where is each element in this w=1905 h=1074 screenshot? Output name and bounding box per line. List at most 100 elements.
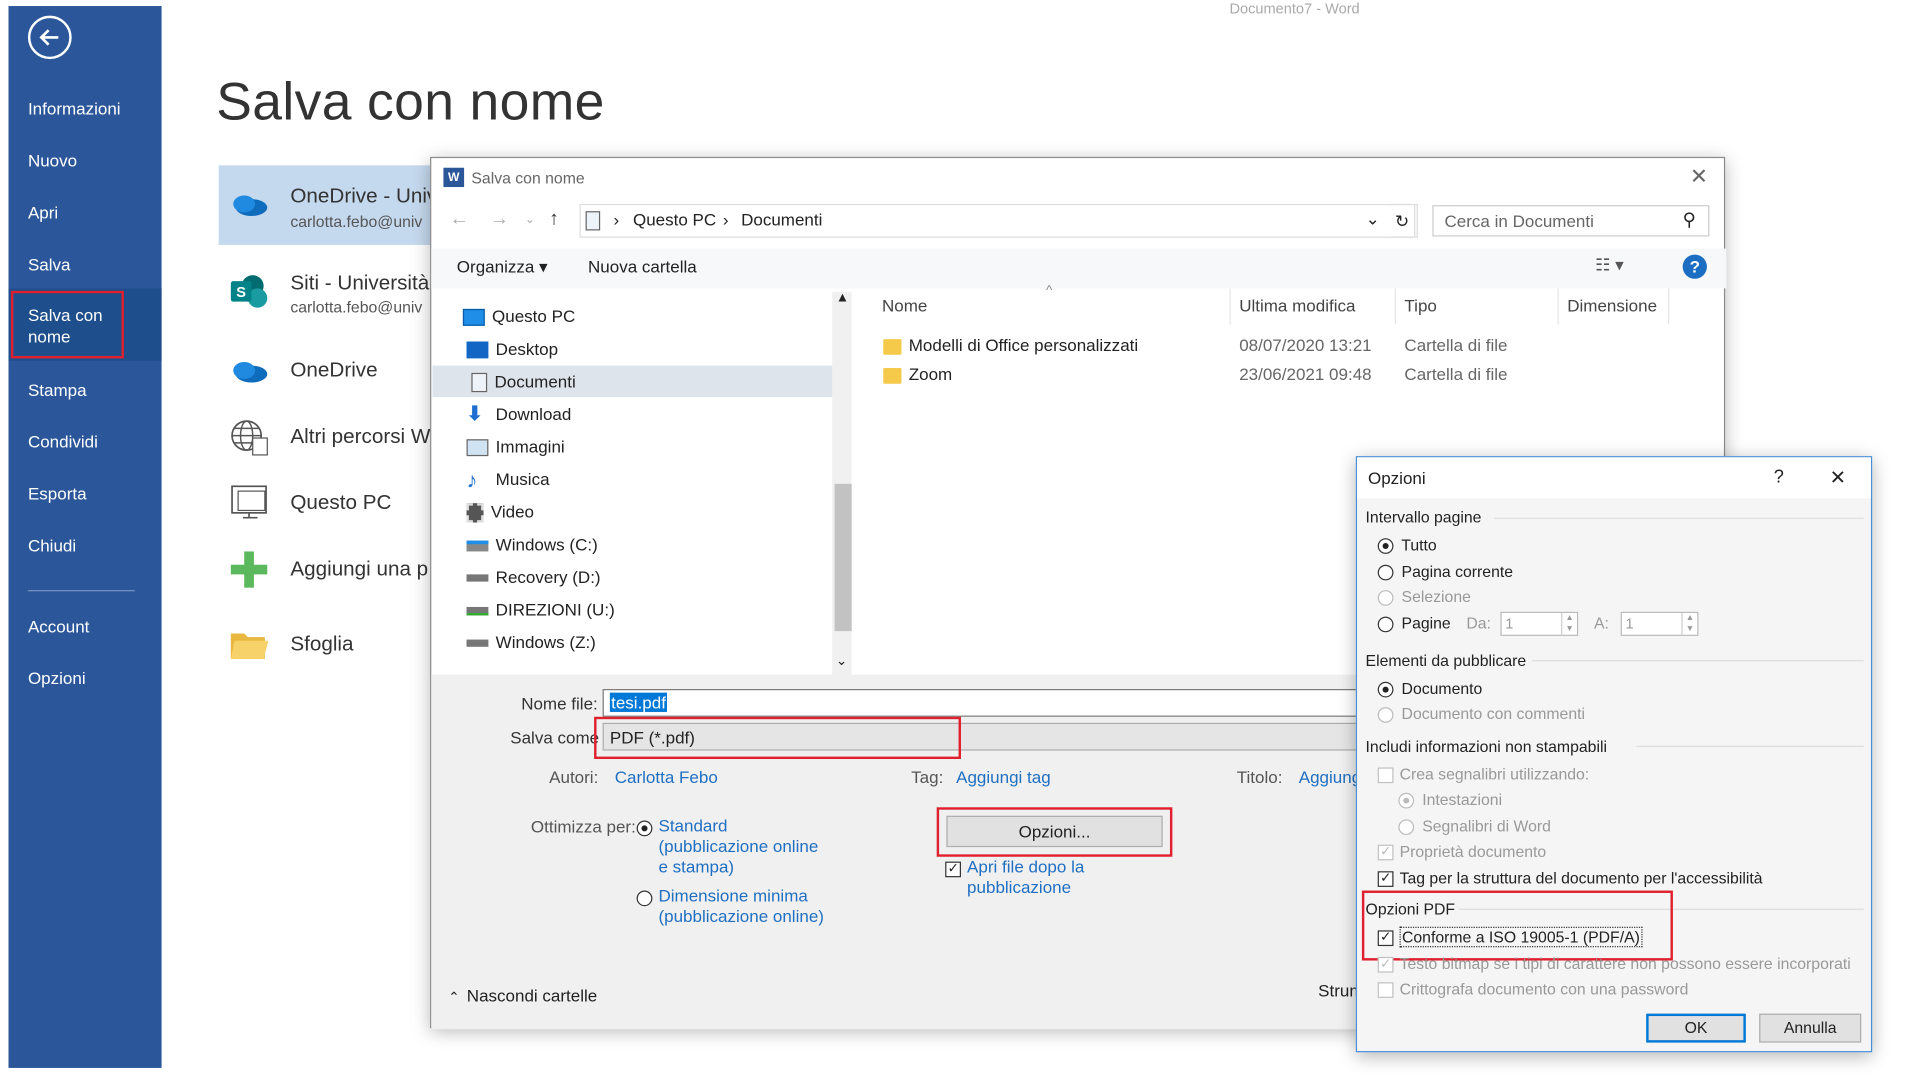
to-spinner[interactable]: 1 ▲ ▼ bbox=[1620, 611, 1699, 636]
nav-pane-questo-pc[interactable]: Questo PC bbox=[462, 300, 831, 331]
file-row[interactable]: Modelli di Office personalizzati 08/07/2… bbox=[883, 332, 1673, 359]
nav-pane-video[interactable]: Video bbox=[466, 496, 835, 527]
from-spinner[interactable]: 1 ▲ ▼ bbox=[1500, 611, 1579, 636]
desktop-icon bbox=[466, 341, 489, 359]
up-arrow-icon[interactable]: ↑ bbox=[549, 209, 559, 231]
close-icon[interactable]: ✕ bbox=[1690, 164, 1708, 189]
optimize-standard-label[interactable]: Standard (pubblicazione online e stampa) bbox=[658, 816, 818, 878]
nav-pane-documenti[interactable]: Documenti bbox=[432, 365, 834, 398]
nav-salva[interactable]: Salva bbox=[9, 253, 162, 275]
optimize-min-label[interactable]: Dimensione minima (pubblicazione online) bbox=[658, 886, 823, 927]
nav-account[interactable]: Account bbox=[9, 615, 162, 637]
open-after-label[interactable]: Apri file dopo la pubblicazione bbox=[967, 857, 1084, 898]
help-icon[interactable]: ? bbox=[1774, 467, 1784, 488]
checkbox-bitmap-label: Testo bitmap se i tipi di carattere non … bbox=[1399, 954, 1851, 973]
radio-pagina-corrente[interactable]: Pagina corrente bbox=[1377, 562, 1513, 581]
radio-segnalibri-word[interactable]: Segnalibri di Word bbox=[1398, 817, 1551, 836]
column-dimensione[interactable]: Dimensione bbox=[1567, 296, 1657, 315]
cancel-button[interactable]: Annulla bbox=[1759, 1013, 1862, 1043]
nav-informazioni[interactable]: Informazioni bbox=[9, 98, 162, 120]
breadcrumb-documenti[interactable]: Documenti bbox=[741, 210, 822, 229]
svg-text:S: S bbox=[236, 285, 246, 301]
optimize-standard-radio[interactable] bbox=[636, 817, 656, 836]
filename-input[interactable]: tesi.pdf bbox=[602, 689, 1381, 717]
spinner-arrows-icon[interactable]: ▲ ▼ bbox=[1561, 613, 1577, 635]
title-label: Titolo: bbox=[1236, 767, 1283, 787]
nav-chiudi[interactable]: Chiudi bbox=[9, 535, 162, 557]
nav-pane-musica[interactable]: ♪ Musica bbox=[467, 463, 835, 494]
address-dropdown-icon[interactable]: ⌄ bbox=[1366, 209, 1380, 230]
nav-pane-windows-z[interactable]: Windows (Z:) bbox=[466, 626, 835, 657]
ok-button[interactable]: OK bbox=[1646, 1013, 1746, 1043]
title-value[interactable]: Aggiung bbox=[1299, 767, 1361, 786]
open-after-checkbox[interactable]: ✓ bbox=[945, 858, 967, 878]
forward-arrow-icon[interactable]: → bbox=[490, 209, 509, 231]
refresh-icon[interactable]: ↻ bbox=[1387, 203, 1418, 238]
optimize-min-radio[interactable] bbox=[636, 887, 656, 906]
help-icon[interactable]: ? bbox=[1682, 254, 1707, 279]
location-questo-pc[interactable]: Questo PC bbox=[290, 491, 391, 515]
search-icon[interactable]: ⚲ bbox=[1683, 209, 1696, 231]
close-icon[interactable]: ✕ bbox=[1830, 466, 1846, 490]
hide-folders-button[interactable]: ⌃ Nascondi cartelle bbox=[448, 986, 597, 1005]
nav-esporta[interactable]: Esporta bbox=[9, 483, 162, 505]
nav-condividi[interactable]: Condividi bbox=[9, 431, 162, 453]
breadcrumb-questo-pc[interactable]: Questo PC bbox=[633, 210, 716, 229]
column-divider[interactable] bbox=[1229, 288, 1231, 325]
checkbox-proprieta[interactable]: ✓ Proprietà documento bbox=[1377, 842, 1546, 861]
radio-tutto[interactable]: Tutto bbox=[1377, 536, 1437, 554]
column-nome[interactable]: Nome bbox=[882, 296, 927, 315]
nav-pane-recovery-d[interactable]: Recovery (D:) bbox=[466, 561, 835, 592]
nav-opzioni[interactable]: Opzioni bbox=[9, 667, 162, 689]
file-name: Modelli di Office personalizzati bbox=[908, 335, 1139, 355]
checkbox-bitmap[interactable]: ✓ Testo bitmap se i tipi di carattere non… bbox=[1377, 954, 1851, 973]
nav-pane-desktop[interactable]: Desktop bbox=[466, 333, 835, 364]
column-divider[interactable] bbox=[1668, 288, 1670, 325]
new-folder-button[interactable]: Nuova cartella bbox=[588, 257, 697, 276]
nav-apri[interactable]: Apri bbox=[9, 202, 162, 224]
scroll-down-icon[interactable]: ⌄ bbox=[836, 653, 847, 668]
authors-label: Autori: bbox=[549, 767, 599, 787]
radio-pagine[interactable]: Pagine bbox=[1377, 614, 1451, 633]
checkbox-tag-accessibilita[interactable]: ✓ Tag per la struttura del documento per … bbox=[1377, 869, 1763, 887]
file-row[interactable]: Zoom 23/06/2021 09:48 Cartella di file bbox=[883, 361, 1673, 388]
nav-stampa[interactable]: Stampa bbox=[9, 379, 162, 401]
nav-pane-immagini[interactable]: Immagini bbox=[466, 431, 835, 462]
radio-selezione[interactable]: Selezione bbox=[1377, 588, 1471, 606]
column-ultima-modifica[interactable]: Ultima modifica bbox=[1239, 296, 1355, 315]
radio-documento[interactable]: Documento bbox=[1377, 679, 1482, 698]
checkbox-segnalibri[interactable]: Crea segnalibri utilizzando: bbox=[1377, 765, 1590, 784]
spinner-arrows-icon[interactable]: ▲ ▼ bbox=[1681, 613, 1697, 635]
organize-button[interactable]: Organizza ▾ bbox=[457, 257, 548, 278]
scroll-up-icon[interactable]: ▲ bbox=[836, 291, 849, 305]
radio-icon bbox=[1398, 792, 1415, 809]
column-divider[interactable] bbox=[1394, 288, 1396, 325]
nav-scrollbar-thumb[interactable] bbox=[834, 483, 852, 632]
location-onedrive-univ[interactable]: OneDrive - Univ bbox=[290, 185, 437, 209]
address-bar[interactable]: › Questo PC › Documenti ⌄ bbox=[579, 203, 1416, 238]
recent-chevron-icon[interactable]: ⌄ bbox=[525, 214, 535, 227]
nav-pane-label: Video bbox=[490, 501, 535, 522]
checkbox-segnalibri-label: Crea segnalibri utilizzando: bbox=[1399, 765, 1590, 784]
location-altri-percorsi[interactable]: Altri percorsi W bbox=[290, 425, 430, 449]
view-options-icon[interactable]: ☷ ▾ bbox=[1595, 255, 1624, 276]
nav-pane-windows-c[interactable]: Windows (C:) bbox=[466, 529, 835, 560]
tags-value[interactable]: Aggiungi tag bbox=[956, 767, 1051, 786]
back-arrow-icon[interactable] bbox=[27, 15, 72, 60]
checkbox-encrypt[interactable]: Crittografa documento con una password bbox=[1377, 980, 1688, 999]
radio-documento-commenti[interactable]: Documento con commenti bbox=[1377, 705, 1585, 723]
column-divider[interactable] bbox=[1557, 288, 1559, 325]
location-siti[interactable]: Siti - Università bbox=[290, 272, 429, 296]
authors-value[interactable]: Carlotta Febo bbox=[615, 767, 718, 786]
location-sfoglia[interactable]: Sfoglia bbox=[290, 632, 353, 656]
nav-pane-direzioni-u[interactable]: DIREZIONI (U:) bbox=[466, 594, 835, 625]
search-input[interactable]: Cerca in Documenti bbox=[1432, 205, 1710, 237]
nav-pane-download[interactable]: ⬇ Download bbox=[467, 398, 835, 429]
radio-pagine-label: Pagine bbox=[1401, 614, 1451, 633]
back-arrow-icon[interactable]: ← bbox=[450, 209, 469, 231]
location-onedrive[interactable]: OneDrive bbox=[290, 358, 377, 382]
column-tipo[interactable]: Tipo bbox=[1404, 296, 1436, 315]
location-aggiungi[interactable]: Aggiungi una p bbox=[290, 557, 428, 581]
radio-intestazioni[interactable]: Intestazioni bbox=[1398, 790, 1502, 809]
nav-nuovo[interactable]: Nuovo bbox=[9, 150, 162, 172]
